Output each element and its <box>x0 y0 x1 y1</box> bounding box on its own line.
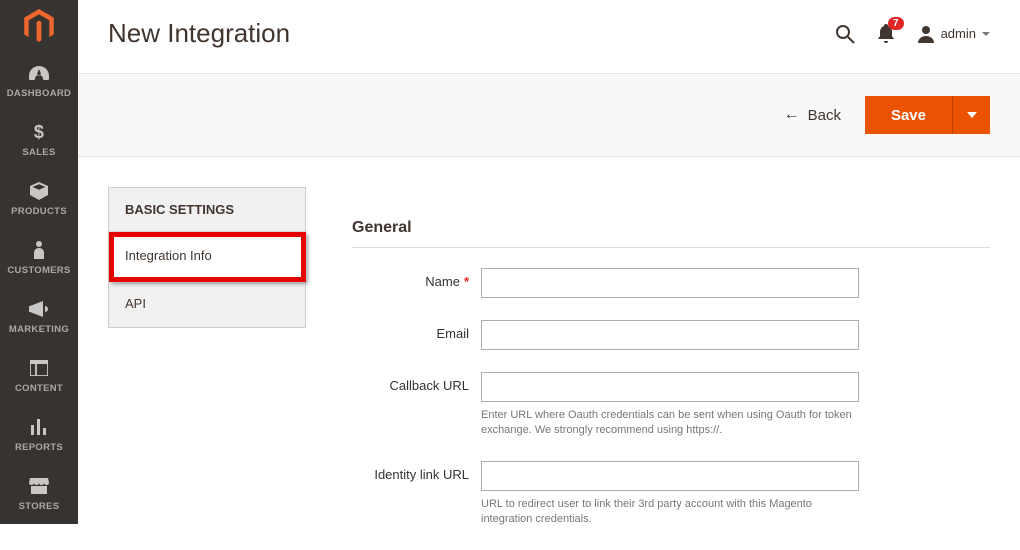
svg-text:$: $ <box>34 122 44 142</box>
save-dropdown-button[interactable] <box>952 96 990 134</box>
search-icon[interactable] <box>835 24 855 44</box>
nav-label: REPORTS <box>15 442 63 453</box>
gauge-icon <box>29 62 49 84</box>
settings-panel: BASIC SETTINGS Integration Info API <box>108 187 306 328</box>
admin-nav: DASHBOARD $ SALES PRODUCTS CUSTOMERS MAR… <box>0 0 78 524</box>
nav-label: DASHBOARD <box>7 88 71 99</box>
name-label: Name* <box>352 268 481 291</box>
nav-label: PRODUCTS <box>11 206 67 217</box>
layout-icon <box>30 357 48 379</box>
nav-customers[interactable]: CUSTOMERS <box>0 229 78 288</box>
page-title: New Integration <box>108 18 290 49</box>
nav-marketing[interactable]: MARKETING <box>0 288 78 347</box>
dollar-icon: $ <box>33 121 45 143</box>
identity-url-input[interactable] <box>481 461 859 491</box>
nav-reports[interactable]: REPORTS <box>0 406 78 465</box>
nav-sales[interactable]: $ SALES <box>0 111 78 170</box>
nav-products[interactable]: PRODUCTS <box>0 170 78 229</box>
nav-stores[interactable]: STORES <box>0 465 78 524</box>
section-divider <box>352 247 990 248</box>
nav-label: STORES <box>19 501 60 512</box>
arrow-left-icon: ← <box>784 107 800 123</box>
save-button[interactable]: Save <box>865 96 952 134</box>
nav-label: CUSTOMERS <box>7 265 70 276</box>
notifications-icon[interactable]: 7 <box>877 24 895 44</box>
megaphone-icon <box>29 298 49 320</box>
tab-api[interactable]: API <box>109 280 305 327</box>
email-input[interactable] <box>481 320 859 350</box>
chevron-down-icon <box>982 32 990 36</box>
storefront-icon <box>29 475 49 497</box>
bars-icon <box>30 416 48 438</box>
notification-badge: 7 <box>888 17 904 30</box>
nav-dashboard[interactable]: DASHBOARD <box>0 52 78 111</box>
back-button[interactable]: ← Back <box>784 107 841 124</box>
admin-name: admin <box>941 26 976 41</box>
callback-url-hint: Enter URL where Oauth credentials can be… <box>481 408 859 439</box>
back-label: Back <box>808 107 841 124</box>
account-menu[interactable]: admin <box>917 25 990 43</box>
action-bar: ← Back Save <box>78 73 1020 157</box>
section-title: General <box>352 219 990 237</box>
callback-url-input[interactable] <box>481 372 859 402</box>
settings-panel-header: BASIC SETTINGS <box>109 188 305 232</box>
nav-label: SALES <box>22 147 55 158</box>
nav-content[interactable]: CONTENT <box>0 347 78 406</box>
tab-integration-info[interactable]: Integration Info <box>109 232 305 280</box>
email-label: Email <box>352 320 481 343</box>
user-icon <box>917 25 935 43</box>
name-input[interactable] <box>481 268 859 298</box>
nav-label: MARKETING <box>9 324 69 335</box>
nav-label: CONTENT <box>15 383 63 394</box>
box-icon <box>30 180 48 202</box>
identity-url-hint: URL to redirect user to link their 3rd p… <box>481 497 859 528</box>
identity-url-label: Identity link URL <box>352 461 481 484</box>
magento-logo[interactable] <box>0 0 78 52</box>
chevron-down-icon <box>967 112 977 118</box>
callback-url-label: Callback URL <box>352 372 481 395</box>
person-icon <box>33 239 45 261</box>
